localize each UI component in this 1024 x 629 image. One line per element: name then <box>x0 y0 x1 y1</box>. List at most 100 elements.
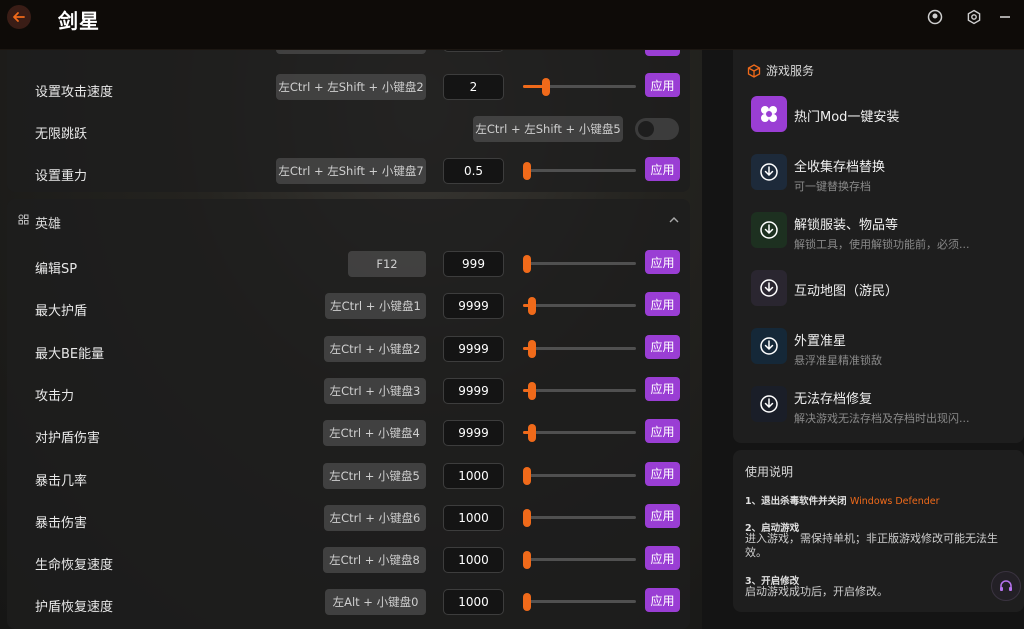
hotkey-badge[interactable]: 左Ctrl + 左Shift + 小键盘7 <box>276 158 426 184</box>
slider-thumb[interactable] <box>523 162 531 180</box>
slider-thumb[interactable] <box>541 78 550 96</box>
apply-button[interactable]: 应用 <box>645 292 680 317</box>
service-item[interactable]: 外置准星 悬浮准星精准锁敌 <box>751 328 1016 374</box>
mod-icon <box>751 96 787 132</box>
value-input-clipped[interactable] <box>443 50 504 52</box>
service-item[interactable]: 全收集存档替换 可一键替换存档 <box>751 154 1016 200</box>
apply-button[interactable]: 应用 <box>645 503 680 528</box>
value-input[interactable]: 1000 <box>443 547 504 574</box>
value-slider[interactable] <box>523 508 636 527</box>
slider-thumb[interactable] <box>523 551 531 570</box>
value-slider[interactable] <box>523 551 636 570</box>
slider-thumb[interactable] <box>523 593 531 612</box>
apply-button[interactable]: 应用 <box>645 376 680 401</box>
slider-track <box>523 346 636 350</box>
apply-button[interactable]: 应用 <box>645 419 680 444</box>
hero-row: 生命恢复速度 左Ctrl + 小键盘8 1000 应用 <box>7 541 690 583</box>
value-input[interactable]: 9999 <box>443 377 504 404</box>
value-input[interactable]: 2 <box>443 74 504 100</box>
value-input[interactable]: 999 <box>443 251 504 277</box>
slider-thumb[interactable] <box>528 381 537 400</box>
apply-button[interactable]: 应用 <box>645 588 680 613</box>
value-input[interactable]: 1000 <box>443 589 504 616</box>
service-item[interactable]: 热门Mod一键安装 <box>751 96 1016 142</box>
value-input[interactable]: 1000 <box>443 504 504 531</box>
setting-label: 最大BE能量 <box>35 346 105 362</box>
user-button[interactable] <box>926 8 944 26</box>
hotkey-badge[interactable]: 左Ctrl + 小键盘5 <box>323 462 426 489</box>
hotkey-badge[interactable]: 左Ctrl + 小键盘1 <box>325 293 426 320</box>
hotkey-badge[interactable]: 左Ctrl + 左Shift + 小键盘5 <box>473 116 623 142</box>
setting-label: 最大护盾 <box>35 304 88 320</box>
slider-thumb[interactable] <box>523 255 531 273</box>
slider-track <box>523 431 636 435</box>
hotkey-badge[interactable]: 左Ctrl + 小键盘4 <box>323 420 426 447</box>
apply-button[interactable]: 应用 <box>645 250 680 274</box>
service-subtitle: 可一键替换存档 <box>794 180 871 193</box>
value-slider[interactable] <box>523 466 636 485</box>
value-slider[interactable] <box>523 593 636 612</box>
settings-button[interactable] <box>965 8 983 26</box>
service-subtitle: 解决游戏无法存档及存档时出现闪... <box>794 412 970 425</box>
value-slider[interactable] <box>523 297 636 316</box>
toggle-switch[interactable] <box>635 118 679 140</box>
hotkey-badge[interactable]: 左Ctrl + 小键盘6 <box>324 504 426 531</box>
cheat-panel: 设置攻击速度 左Ctrl + 左Shift + 小键盘2 2 应用 无限跳跃 左Ctrl … <box>0 50 702 629</box>
category-icon <box>18 214 29 225</box>
value-slider[interactable] <box>523 339 636 358</box>
download-icon <box>751 270 787 306</box>
hero-section-header[interactable]: 英雄 <box>7 199 690 241</box>
hero-row: 最大护盾 左Ctrl + 小键盘1 9999 应用 <box>7 287 690 329</box>
hero-row: 对护盾伤害 左Ctrl + 小键盘4 9999 应用 <box>7 414 690 456</box>
hotkey-badge[interactable]: 左Ctrl + 小键盘3 <box>324 377 426 404</box>
hotkey-badge[interactable]: 左Ctrl + 小键盘8 <box>323 547 426 574</box>
value-slider[interactable] <box>523 424 636 443</box>
value-input[interactable]: 0.5 <box>443 158 504 184</box>
setting-label: 编辑SP <box>35 262 78 277</box>
hotkey-badge[interactable]: 左Ctrl + 小键盘2 <box>324 335 426 362</box>
hero-section-title: 英雄 <box>35 217 62 232</box>
chevron-up-icon[interactable] <box>668 215 680 225</box>
apply-button[interactable]: 应用 <box>645 73 680 97</box>
slider-thumb[interactable] <box>528 297 537 316</box>
slider-thumb[interactable] <box>523 466 531 485</box>
value-slider[interactable] <box>523 162 636 180</box>
general-settings-card: 设置攻击速度 左Ctrl + 左Shift + 小键盘2 2 应用 无限跳跃 左Ctrl … <box>7 50 690 192</box>
back-arrow-icon <box>13 12 25 22</box>
game-services-header: 游戏服务 <box>747 62 814 79</box>
slider-thumb[interactable] <box>528 339 537 358</box>
value-slider[interactable] <box>523 381 636 400</box>
value-input[interactable]: 9999 <box>443 420 504 447</box>
support-button[interactable] <box>991 571 1021 601</box>
hotkey-badge[interactable]: F12 <box>348 251 426 277</box>
headset-icon <box>1000 580 1012 591</box>
hotkey-badge[interactable]: 左Ctrl + 左Shift + 小键盘2 <box>276 74 426 100</box>
back-button[interactable] <box>7 5 31 29</box>
setting-label: 暴击伤害 <box>35 515 88 531</box>
service-item[interactable]: 解锁服装、物品等 解锁工具，使用解锁功能前，必须... <box>751 212 1016 258</box>
value-input[interactable]: 1000 <box>443 462 504 489</box>
value-input[interactable]: 9999 <box>443 293 504 320</box>
service-item[interactable]: 无法存档修复 解决游戏无法存档及存档时出现闪... <box>751 386 1016 432</box>
general-row: 设置攻击速度 左Ctrl + 左Shift + 小键盘2 2 应用 <box>7 68 690 110</box>
slider-track <box>523 473 636 477</box>
minimize-button[interactable] <box>996 8 1014 26</box>
setting-label: 对护盾伤害 <box>35 431 101 447</box>
slider-thumb[interactable] <box>528 424 537 443</box>
apply-button[interactable]: 应用 <box>645 546 680 571</box>
apply-button-clipped[interactable] <box>645 50 680 56</box>
slider-track <box>523 304 636 308</box>
hotkey-badge[interactable]: 左Alt + 小键盘0 <box>325 589 426 616</box>
service-item[interactable]: 互动地图（游民） <box>751 270 1016 316</box>
hero-row: 暴击伤害 左Ctrl + 小键盘6 1000 应用 <box>7 499 690 541</box>
value-slider[interactable] <box>523 255 636 273</box>
value-slider[interactable] <box>523 78 636 96</box>
slider-thumb[interactable] <box>523 508 531 527</box>
instructions-card: 使用说明 1、退出杀毒软件并关闭 Windows Defender 2、启动游戏… <box>733 450 1024 612</box>
value-input[interactable]: 9999 <box>443 335 504 362</box>
apply-button[interactable]: 应用 <box>645 157 680 181</box>
title-bar: 剑星 <box>0 0 1024 50</box>
hero-row: 暴击几率 左Ctrl + 小键盘5 1000 应用 <box>7 457 690 499</box>
apply-button[interactable]: 应用 <box>645 461 680 486</box>
apply-button[interactable]: 应用 <box>645 334 680 359</box>
